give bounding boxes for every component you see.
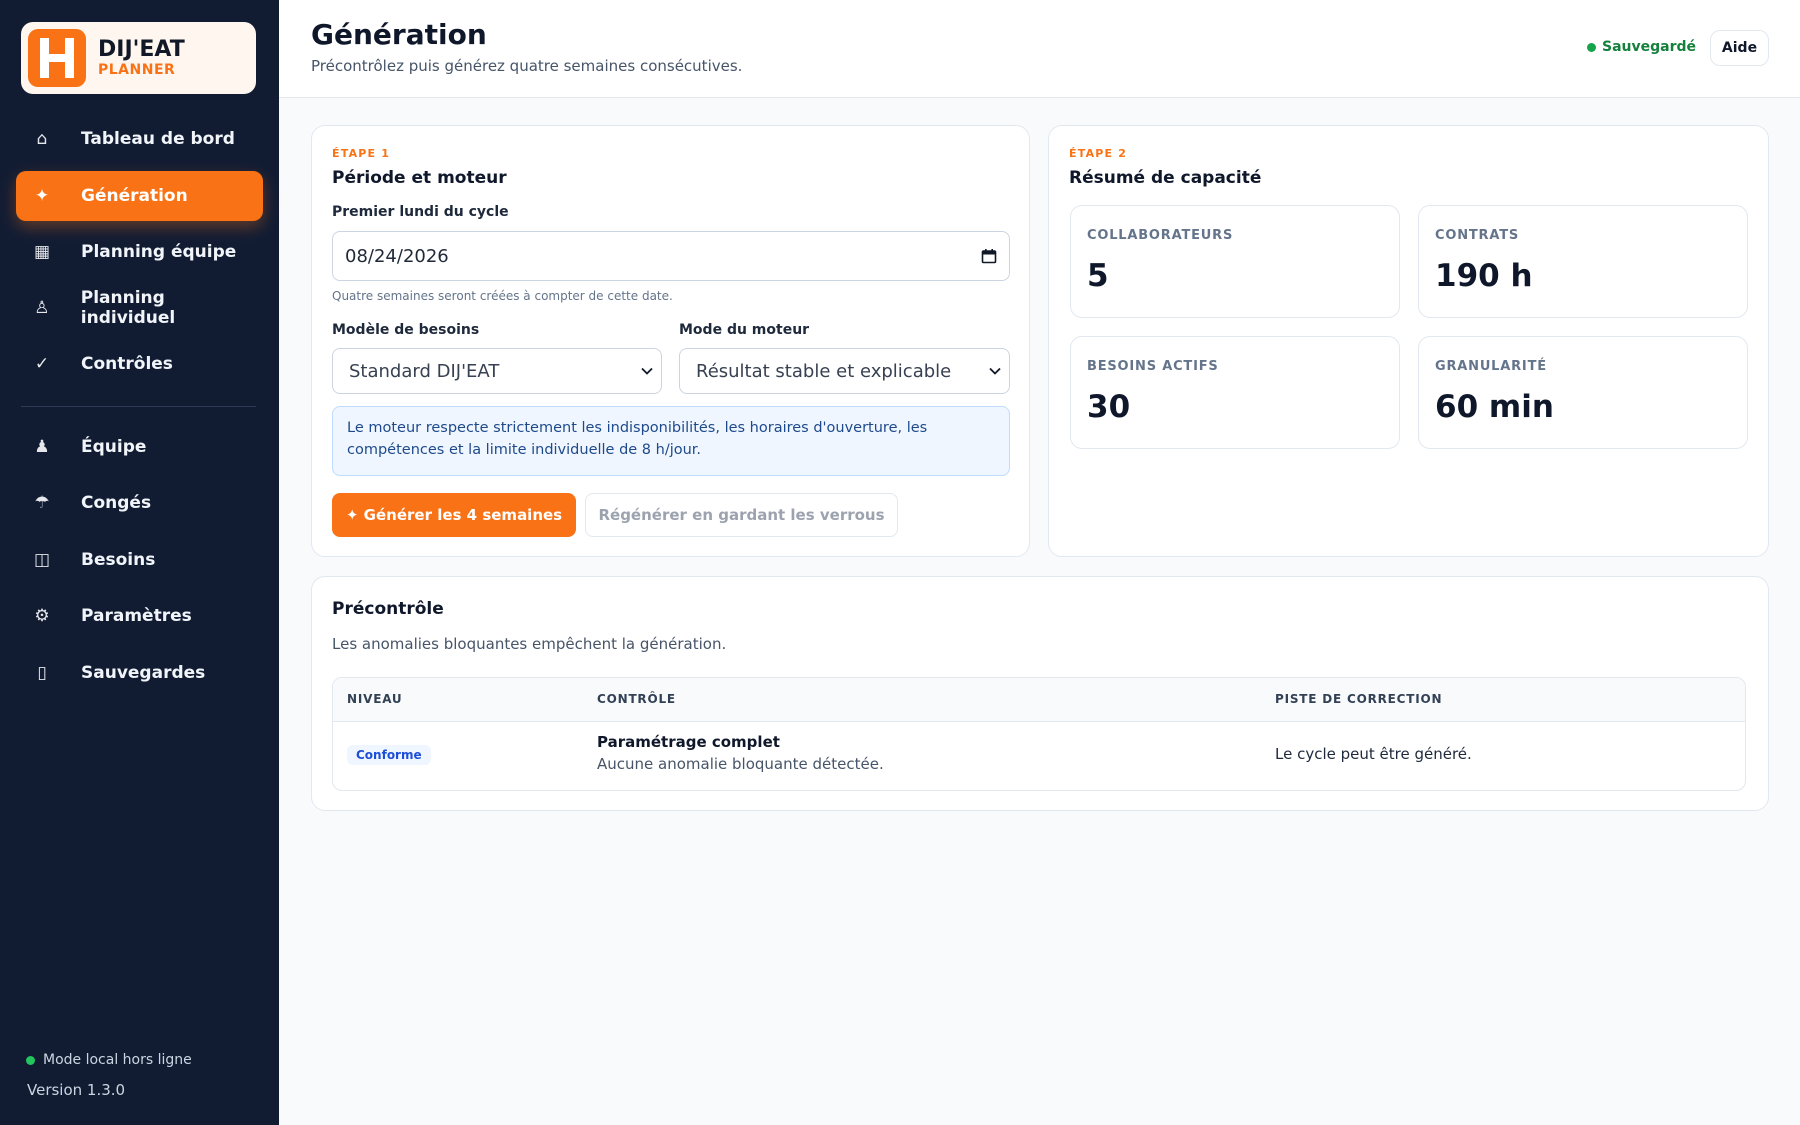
sidebar-item-label: Planning équipe	[81, 242, 237, 262]
help-button[interactable]: Aide	[1710, 30, 1769, 66]
cycle-date-label: Premier lundi du cycle	[332, 204, 509, 220]
status-badge: Conforme	[347, 745, 431, 765]
sidebar-item-individual-planning[interactable]: ♙ Planning individuel	[16, 283, 263, 333]
engine-mode-label: Mode du moteur	[679, 322, 810, 338]
stat-value: 5	[1087, 258, 1109, 294]
sidebar-item-leave[interactable]: ☂ Congés	[16, 478, 263, 528]
sidebar-item-label: Congés	[81, 493, 152, 513]
sidebar-item-dashboard[interactable]: ⌂ Tableau de bord	[16, 114, 263, 164]
saved-label: Sauvegardé	[1602, 39, 1697, 55]
precheck-description: Les anomalies bloquantes empêchent la gé…	[332, 635, 727, 653]
regenerate-keep-locks-button[interactable]: Régénérer en gardant les verrous	[585, 493, 898, 537]
calendar-grid-icon: ▦	[33, 242, 51, 262]
cycle-date-hint: Quatre semaines seront créées à compter …	[332, 289, 673, 303]
sidebar-item-label: Contrôles	[81, 354, 173, 374]
engine-mode-select[interactable]: Résultat stable et explicable	[679, 348, 1010, 394]
app-logo[interactable]: DIJ'EAT PLANNER	[21, 22, 256, 94]
gear-icon: ⚙	[34, 606, 50, 626]
calendar-icon[interactable]	[981, 248, 997, 264]
offline-status-label: Mode local hors ligne	[43, 1052, 192, 1068]
stat-active-needs: BESOINS ACTIFS 30	[1070, 336, 1400, 449]
brand-sub: PLANNER	[98, 62, 176, 78]
page-subtitle: Précontrôlez puis générez quatre semaine…	[311, 57, 743, 75]
cycle-date-input[interactable]: 08/24/2026	[332, 231, 1010, 281]
storage-icon: ▯	[37, 663, 47, 683]
chevron-down-icon	[641, 367, 653, 375]
precheck-card: Précontrôle Les anomalies bloquantes emp…	[311, 576, 1769, 811]
step2-eyebrow: ÉTAPE 2	[1069, 147, 1128, 160]
needs-model-label: Modèle de besoins	[332, 322, 480, 338]
logo-mark	[28, 29, 86, 87]
stat-granularity: GRANULARITÉ 60 min	[1418, 336, 1748, 449]
sidebar-item-team-planning[interactable]: ▦ Planning équipe	[16, 227, 263, 277]
sidebar-item-label: Besoins	[81, 550, 156, 570]
brand-name: DIJ'EAT	[98, 37, 185, 62]
stat-value: 190 h	[1435, 258, 1533, 294]
step1-card: ÉTAPE 1 Période et moteur Premier lundi …	[311, 125, 1030, 557]
sidebar-item-label: Équipe	[81, 437, 147, 457]
stat-label: CONTRATS	[1435, 228, 1520, 243]
sidebar-item-team[interactable]: ♟ Équipe	[16, 422, 263, 472]
control-detail: Aucune anomalie bloquante détectée.	[597, 755, 884, 773]
table-header: NIVEAU CONTRÔLE PISTE DE CORRECTION	[333, 678, 1745, 722]
sidebar-item-label: Planning individuel	[80, 288, 176, 328]
column-header-level: NIVEAU	[347, 692, 403, 706]
app-version: Version 1.3.0	[27, 1081, 126, 1099]
chevron-down-icon	[989, 367, 1001, 375]
cycle-date-value: 08/24/2026	[345, 245, 449, 267]
step1-eyebrow: ÉTAPE 1	[332, 147, 391, 160]
saved-status: Sauvegardé	[1587, 39, 1696, 55]
page-title: Génération	[311, 18, 487, 51]
umbrella-icon: ☂	[34, 493, 50, 513]
stat-label: COLLABORATEURS	[1087, 228, 1234, 243]
sidebar-item-label: Tableau de bord	[81, 129, 235, 149]
team-icon: ♟	[34, 437, 50, 457]
stat-label: GRANULARITÉ	[1435, 359, 1547, 374]
stat-value: 30	[1087, 389, 1131, 425]
sidebar-item-generation[interactable]: ✦ Génération	[16, 171, 263, 221]
sidebar-item-label: Paramètres	[81, 606, 192, 626]
stat-value: 60 min	[1435, 389, 1554, 425]
sidebar-item-needs[interactable]: ◫ Besoins	[16, 535, 263, 585]
stat-label: BESOINS ACTIFS	[1087, 359, 1219, 374]
sidebar-item-settings[interactable]: ⚙ Paramètres	[16, 591, 263, 641]
sidebar-divider	[21, 406, 256, 407]
columns-icon: ◫	[33, 550, 51, 570]
person-icon: ♙	[34, 298, 50, 318]
page-header: Génération Précontrôlez puis générez qua…	[279, 0, 1800, 98]
check-icon: ✓	[34, 354, 50, 374]
engine-mode-value: Résultat stable et explicable	[696, 360, 952, 382]
step2-card: ÉTAPE 2 Résumé de capacité COLLABORATEUR…	[1048, 125, 1769, 557]
stat-contracts: CONTRATS 190 h	[1418, 205, 1748, 318]
needs-model-value: Standard DIJ'EAT	[349, 360, 500, 382]
sidebar-item-label: Génération	[81, 186, 188, 206]
step1-title: Période et moteur	[332, 168, 507, 188]
sparkle-icon: ✦	[34, 186, 50, 206]
sidebar-item-controls[interactable]: ✓ Contrôles	[16, 339, 263, 389]
status-dot-icon	[26, 1055, 35, 1065]
offline-status: Mode local hors ligne	[26, 1052, 192, 1068]
generate-weeks-button[interactable]: ✦ Générer les 4 semaines	[332, 493, 576, 537]
column-header-fix: PISTE DE CORRECTION	[1275, 692, 1443, 706]
saved-dot-icon	[1587, 42, 1596, 52]
needs-model-select[interactable]: Standard DIJ'EAT	[332, 348, 662, 394]
sidebar-item-backups[interactable]: ▯ Sauvegardes	[16, 648, 263, 698]
home-icon: ⌂	[36, 129, 48, 149]
precheck-table: NIVEAU CONTRÔLE PISTE DE CORRECTION Conf…	[332, 677, 1746, 791]
engine-info-note: Le moteur respecte strictement les indis…	[332, 406, 1010, 476]
column-header-control: CONTRÔLE	[597, 692, 676, 706]
step2-title: Résumé de capacité	[1069, 168, 1262, 188]
table-row: Conforme Paramétrage complet Aucune anom…	[333, 722, 1745, 790]
precheck-title: Précontrôle	[332, 599, 444, 619]
sidebar: DIJ'EAT PLANNER ⌂ Tableau de bord ✦ Géné…	[0, 0, 279, 1125]
stat-collaborators: COLLABORATEURS 5	[1070, 205, 1400, 318]
sidebar-item-label: Sauvegardes	[81, 663, 206, 683]
control-title: Paramétrage complet	[597, 733, 780, 751]
logo-h-icon	[40, 38, 74, 78]
correction-hint: Le cycle peut être généré.	[1275, 745, 1472, 763]
